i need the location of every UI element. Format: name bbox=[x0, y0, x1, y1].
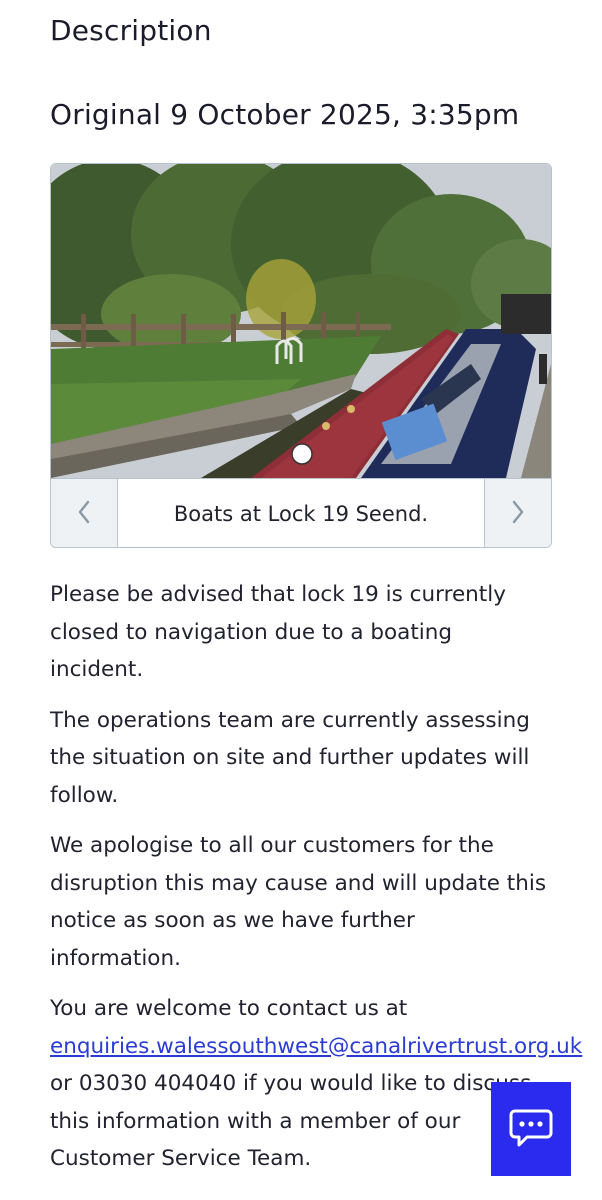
chevron-right-icon bbox=[510, 499, 526, 529]
carousel-caption: Boats at Lock 19 Seend. bbox=[173, 501, 429, 526]
contact-suffix: or 03030 404040 if you would like to dis… bbox=[50, 1071, 532, 1171]
paragraph-contact: You are welcome to contact us at enquiri… bbox=[50, 990, 582, 1178]
carousel-caption-bar: Boats at Lock 19 Seend. bbox=[51, 478, 551, 547]
carousel-photo bbox=[51, 164, 551, 478]
notice-body: Please be advised that lock 19 is curren… bbox=[50, 576, 582, 1191]
update-date-heading: Original 9 October 2025, 3:35pm bbox=[50, 98, 520, 131]
chevron-left-icon bbox=[76, 499, 92, 529]
section-heading: Description bbox=[50, 14, 212, 47]
contact-prefix: You are welcome to contact us at bbox=[50, 996, 408, 1021]
paragraph-closure: Please be advised that lock 19 is curren… bbox=[50, 582, 506, 682]
carousel-prev-button[interactable] bbox=[51, 479, 118, 547]
paragraph-apology: We apologise to all our customers for th… bbox=[50, 833, 547, 971]
image-carousel: Boats at Lock 19 Seend. bbox=[50, 163, 552, 548]
chat-button[interactable] bbox=[491, 1082, 571, 1176]
carousel-next-button[interactable] bbox=[484, 479, 551, 547]
paragraph-assessment: The operations team are currently assess… bbox=[50, 707, 530, 808]
chat-bubble-icon bbox=[507, 1103, 555, 1155]
contact-email-link[interactable]: enquiries.walessouthwest@canalrivertrust… bbox=[50, 1034, 582, 1059]
